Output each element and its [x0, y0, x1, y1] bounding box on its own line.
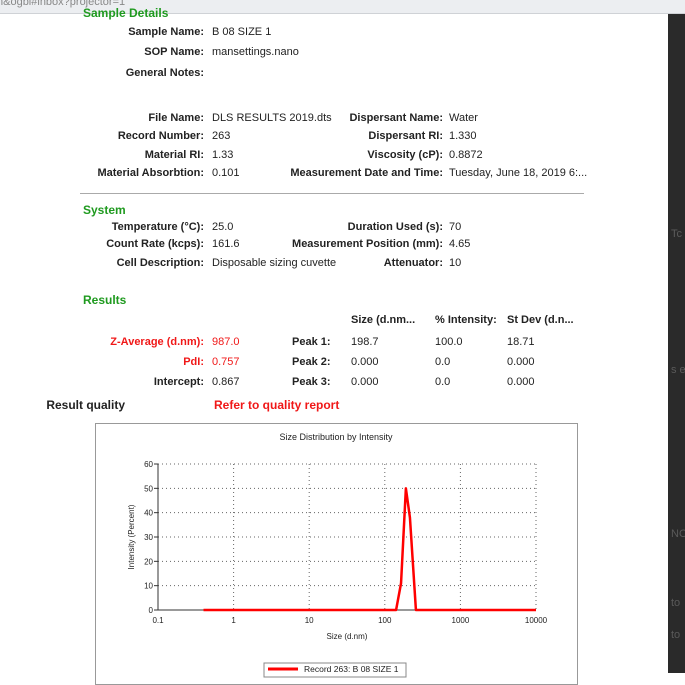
y-tick-label: 20	[144, 557, 153, 566]
system-field-value: 4.65	[449, 238, 471, 250]
sample-field-value: B 08 SIZE 1	[212, 26, 272, 38]
peak-stdev: 18.71	[507, 336, 535, 348]
x-axis-label: Size (d.nm)	[327, 632, 368, 641]
dispersant-field-label: Dispersant Name:	[349, 112, 443, 124]
y-tick-label: 40	[144, 509, 153, 518]
background-page: Tc s e NO to to	[668, 14, 685, 673]
sample-field-label: Sample Name:	[128, 26, 204, 38]
y-tick-label: 0	[149, 606, 154, 615]
system-field-value: 10	[449, 257, 462, 269]
chart-title: Size Distribution by Intensity	[279, 432, 393, 442]
series-line	[203, 487, 536, 612]
dispersant-field-value: 1.330	[449, 130, 477, 142]
sample-details-heading: Sample Details	[83, 6, 169, 20]
result-quality-link[interactable]: Refer to quality report	[214, 398, 339, 412]
peak-intensity: 0.0	[435, 356, 451, 368]
peak-size: 198.7	[351, 336, 379, 348]
y-tick-label: 60	[144, 460, 153, 469]
peak-intensity: 100.0	[435, 336, 463, 348]
y-tick-label: 50	[144, 484, 153, 493]
file-field-value: 0.101	[212, 167, 240, 179]
col-stdev: St Dev (d.n...	[507, 314, 574, 326]
system-field-label: Duration Used (s):	[347, 221, 443, 233]
system-field-label: Temperature (°C):	[111, 221, 204, 233]
peak-size: 0.000	[351, 376, 379, 388]
peak-stdev: 0.000	[507, 356, 535, 368]
dispersant-field-label: Dispersant RI:	[368, 130, 443, 142]
system-field-value: 25.0	[212, 221, 234, 233]
system-field-value: Disposable sizing cuvette	[212, 257, 337, 269]
col-size: Size (d.nm...	[351, 314, 416, 326]
system-field-value: 161.6	[212, 238, 240, 250]
chart-svg: Size Distribution by Intensity 0 10 20 30 40 5…	[127, 432, 548, 678]
peak-stdev: 0.000	[507, 376, 535, 388]
system-field-label: Count Rate (kcps):	[106, 238, 204, 250]
dispersant-field-value: 0.8872	[449, 149, 483, 161]
col-intensity: % Intensity:	[435, 314, 497, 326]
peak-label: Peak 1:	[292, 336, 331, 348]
peak-size: 0.000	[351, 356, 379, 368]
result-field-label: Z-Average (d.nm):	[110, 336, 204, 348]
system-field-label: Attenuator:	[383, 257, 443, 269]
peak-label: Peak 2:	[292, 356, 331, 368]
y-tick-label: 10	[144, 582, 153, 591]
file-field-label: Material Absorbtion:	[97, 167, 204, 179]
y-tick-label: 30	[144, 533, 153, 542]
dispersant-field-label: Viscosity (cP):	[367, 149, 443, 161]
result-field-value: 0.757	[212, 356, 240, 368]
result-field-label: PdI:	[183, 356, 204, 368]
sample-field-label: SOP Name:	[144, 46, 204, 58]
background-text: s e	[671, 364, 685, 376]
file-field-value: DLS RESULTS 2019.dts	[212, 112, 332, 124]
file-field-value: 263	[212, 130, 231, 142]
y-axis-label: Intensity (Percent)	[127, 504, 136, 569]
peak-intensity: 0.0	[435, 376, 451, 388]
x-tick-label: 1000	[452, 616, 470, 625]
x-tick-label: 1	[231, 616, 236, 625]
result-field-value: 0.867	[212, 376, 240, 388]
system-field-label: Measurement Position (mm):	[292, 238, 443, 250]
size-distribution-chart: Size Distribution by Intensity 0 10 20 30 40 5…	[95, 423, 578, 685]
dispersant-field-value: Water	[449, 112, 478, 124]
background-text: Tc	[671, 228, 682, 240]
result-quality-label: Result quality	[46, 398, 125, 412]
background-text: NO	[671, 528, 685, 540]
file-field-label: Record Number:	[117, 130, 204, 142]
background-text: to	[671, 629, 681, 641]
sample-field-value: mansettings.nano	[212, 46, 299, 58]
file-field-label: Material RI:	[144, 149, 204, 161]
file-field-value: 1.33	[212, 149, 234, 161]
system-field-value: 70	[449, 221, 462, 233]
file-field-label: File Name:	[148, 112, 204, 124]
x-tick-label: 0.1	[152, 616, 164, 625]
sample-field-label: General Notes:	[125, 67, 204, 79]
divider	[80, 193, 584, 194]
dispersant-field-value: Tuesday, June 18, 2019 6:...	[449, 167, 588, 179]
result-field-value: 987.0	[212, 336, 240, 348]
x-tick-label: 10	[305, 616, 314, 625]
x-tick-label: 10000	[525, 616, 548, 625]
system-field-label: Cell Description:	[116, 257, 204, 269]
results-heading: Results	[83, 293, 127, 307]
x-tick-label: 100	[378, 616, 392, 625]
background-text: to	[671, 597, 681, 609]
system-heading: System	[83, 203, 126, 217]
dispersant-field-label: Measurement Date and Time:	[290, 167, 443, 179]
result-field-label: Intercept:	[153, 376, 204, 388]
peak-label: Peak 3:	[292, 376, 331, 388]
